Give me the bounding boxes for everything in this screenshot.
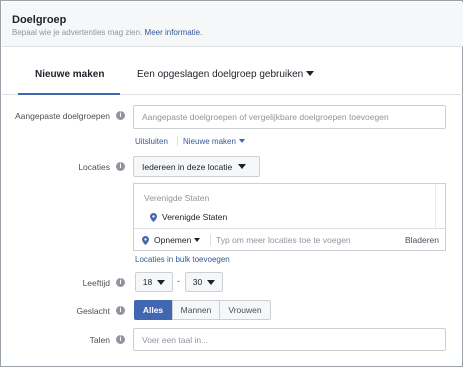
more-info-link[interactable]: Meer informatie. xyxy=(145,28,203,37)
age-max-dropdown[interactable]: 30 xyxy=(185,272,223,292)
browse-button[interactable]: Bladeren xyxy=(405,235,439,245)
caret-down-icon xyxy=(306,71,315,76)
location-selector: Verenigde Staten Verenigde Staten Opneme… xyxy=(133,183,446,251)
age-min-value: 18 xyxy=(142,277,153,287)
location-pin-icon xyxy=(150,212,157,222)
location-type-value: Iedereen in deze locatie xyxy=(142,161,233,172)
link-divider xyxy=(177,136,178,146)
custom-audiences-input[interactable]: Aangepaste doelgroepen of vergelijkbare … xyxy=(133,105,446,129)
location-list-scrollbar[interactable] xyxy=(435,184,445,228)
tab-bar: Nieuwe maken Een opgeslagen doelgroep ge… xyxy=(2,47,463,95)
panel-header: Doelgroep Bepaal wie je advertenties mag… xyxy=(2,2,463,47)
location-search-bar: Opnemen Typ om meer locaties toe te voeg… xyxy=(134,228,445,250)
caret-down-icon xyxy=(207,279,216,285)
caret-down-icon xyxy=(238,164,247,169)
include-label: Opnemen xyxy=(154,235,192,245)
info-icon[interactable]: i xyxy=(116,306,125,315)
tab-create-new[interactable]: Nieuwe maken xyxy=(35,69,104,80)
include-exclude-dropdown[interactable]: Opnemen xyxy=(142,235,201,245)
location-item-label: Verenigde Staten xyxy=(162,212,228,222)
create-new-audience-link[interactable]: Nieuwe maken xyxy=(183,137,245,146)
gender-label: Geslacht xyxy=(76,306,110,316)
panel-title: Doelgroep xyxy=(12,14,67,26)
info-icon[interactable]: i xyxy=(116,111,125,120)
languages-input[interactable]: Voer een taal in... xyxy=(133,328,446,351)
exclude-link[interactable]: Uitsluiten xyxy=(135,137,168,146)
custom-audiences-label: Aangepaste doelgroepen xyxy=(15,111,110,121)
age-min-dropdown[interactable]: 18 xyxy=(135,272,173,292)
bulk-locations-link[interactable]: Locaties in bulk toevoegen xyxy=(135,255,230,264)
location-search-input[interactable]: Typ om meer locaties toe te voegen xyxy=(216,235,351,245)
create-new-label: Nieuwe maken xyxy=(183,137,236,146)
info-icon[interactable]: i xyxy=(116,278,125,287)
age-label: Leeftijd xyxy=(82,278,110,288)
age-separator: - xyxy=(177,276,180,286)
tab-saved-label: Een opgeslagen doelgroep gebruiken xyxy=(137,69,304,80)
location-pin-icon xyxy=(142,235,149,245)
audience-panel: Doelgroep Bepaal wie je advertenties mag… xyxy=(0,0,463,367)
location-group-heading: Verenigde Staten xyxy=(144,193,210,203)
age-max-value: 30 xyxy=(192,277,203,287)
location-type-dropdown[interactable]: Iedereen in deze locatie xyxy=(133,156,260,177)
languages-label: Talen xyxy=(89,335,110,345)
info-icon[interactable]: i xyxy=(116,335,125,344)
tab-use-saved-audience[interactable]: Een opgeslagen doelgroep gebruiken xyxy=(137,69,315,80)
gender-option-women[interactable]: Vrouwen xyxy=(219,300,271,320)
gender-option-all[interactable]: Alles xyxy=(134,300,172,320)
location-item[interactable]: Verenigde Staten xyxy=(150,212,227,222)
caret-down-icon xyxy=(194,238,201,242)
active-tab-indicator xyxy=(18,93,120,95)
panel-subtitle: Bepaal wie je advertenties mag zien. Mee… xyxy=(12,28,202,37)
search-divider xyxy=(210,234,211,246)
caret-down-icon xyxy=(238,139,245,143)
subtitle-text: Bepaal wie je advertenties mag zien. xyxy=(12,28,143,37)
gender-option-men[interactable]: Mannen xyxy=(172,300,220,320)
caret-down-icon xyxy=(157,279,166,285)
info-icon[interactable]: i xyxy=(116,162,125,171)
locations-label: Locaties xyxy=(78,162,110,172)
